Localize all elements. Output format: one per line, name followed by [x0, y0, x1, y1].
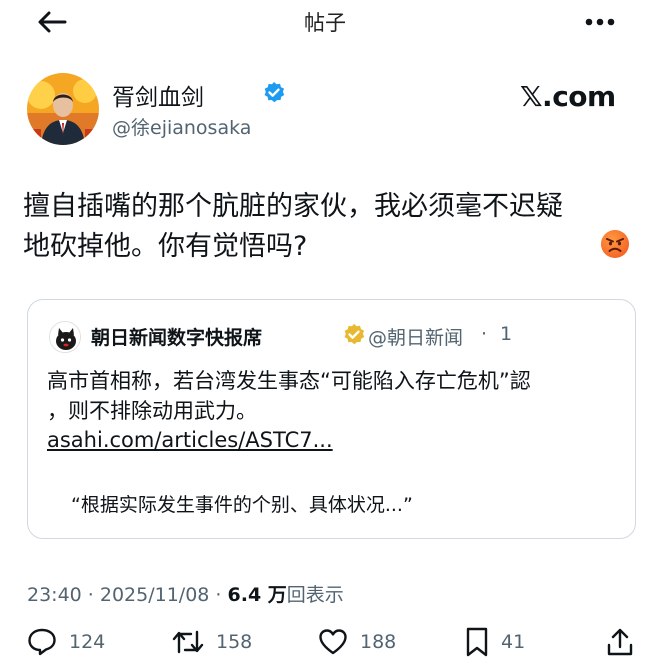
quoted-time: 1 — [500, 323, 513, 345]
repost-button[interactable]: 158 — [172, 622, 252, 662]
quoted-tweet-card[interactable]: 朝日新闻数字快报席 @朝日新闻 · 1 高市首相称，若台湾发生事态“可能陷入存亡… — [27, 299, 636, 539]
post-meta: 23:40 · 2025/11/08 · 6.4 万回表示 — [27, 580, 344, 607]
post-timestamp[interactable]: 23:40 · 2025/11/08 · — [27, 584, 228, 606]
share-icon — [607, 628, 633, 656]
like-count: 188 — [360, 631, 397, 653]
author-handle[interactable]: @徐ejianosaka — [112, 113, 251, 140]
reply-icon — [28, 628, 56, 656]
quoted-text-line: ，则不排除动用武力。 — [47, 399, 257, 423]
author-display-name[interactable]: 胥剑血剑 — [112, 78, 204, 112]
tweet-text-line: 地砍掉他。你有觉悟吗? — [23, 231, 308, 262]
reply-button[interactable]: 124 — [27, 622, 105, 662]
quoted-text: 高市首相称，若台湾发生事态“可能陷入存亡危机”認 ，则不排除动用武力。 — [47, 366, 627, 426]
quoted-author-handle: @朝日新闻 — [368, 327, 464, 349]
separator-dot: · — [481, 323, 488, 345]
author-avatar[interactable] — [27, 73, 99, 145]
angry-face-emoji-icon — [600, 229, 630, 263]
heart-icon — [319, 629, 347, 655]
more-options-icon[interactable] — [580, 8, 620, 36]
gold-verified-badge-icon — [342, 323, 366, 351]
x-com-watermark: 𝕏.com — [520, 80, 616, 113]
bookmark-count: 41 — [501, 631, 526, 653]
like-button[interactable]: 188 — [318, 622, 396, 662]
quoted-author-name[interactable]: 朝日新闻数字快报席 — [91, 323, 262, 350]
quoted-excerpt: “根据实际发生事件的个别、具体状况...” — [71, 494, 413, 516]
action-bar: 124 158 188 41 — [0, 622, 650, 662]
share-button[interactable] — [606, 622, 634, 662]
top-bar: 帖子 — [0, 0, 650, 48]
view-count: 6.4 万 — [227, 584, 287, 606]
verified-badge-icon — [262, 81, 286, 109]
views-label: 回表示 — [286, 584, 344, 606]
quoted-article-link[interactable]: asahi.com/articles/ASTC7... — [47, 428, 333, 452]
tweet-text: 擅自插嘴的那个肮脏的家伙，我必须毫不迟疑 地砍掉他。你有觉悟吗? — [23, 187, 623, 267]
bookmark-icon — [466, 627, 488, 657]
repost-icon — [172, 630, 204, 654]
repost-count: 158 — [216, 631, 253, 653]
quoted-text-line: 高市首相称，若台湾发生事态“可能陷入存亡危机”認 — [47, 369, 531, 393]
quoted-author-avatar[interactable] — [49, 321, 81, 353]
bookmark-button[interactable]: 41 — [465, 622, 525, 662]
reply-count: 124 — [69, 631, 106, 653]
page-title: 帖子 — [304, 11, 346, 35]
tweet-text-line: 擅自插嘴的那个肮脏的家伙，我必须毫不迟疑 — [23, 191, 563, 222]
